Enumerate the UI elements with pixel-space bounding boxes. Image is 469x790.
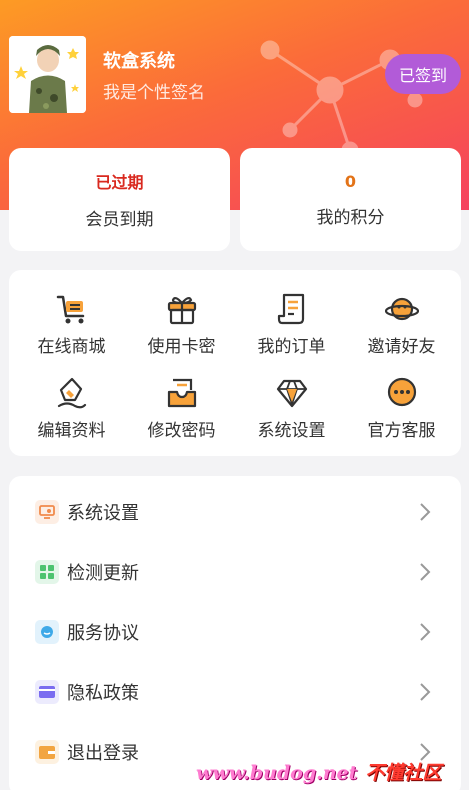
chat-bubble-icon xyxy=(387,377,416,407)
avatar-image xyxy=(9,36,86,113)
points-label: 我的积分 xyxy=(316,207,385,228)
feature-grid: 在线商城 使用卡密 我的订单 邀请好友 编辑资料 修改密码 系统设置 官方客服 xyxy=(9,270,461,456)
grid-label: 编辑资料 xyxy=(37,421,106,441)
monitor-icon xyxy=(35,500,59,524)
order-scroll-icon xyxy=(277,293,304,325)
grid-item-orders[interactable]: 我的订单 xyxy=(235,286,348,366)
watermark: www.budog.net 不懂社区 xyxy=(196,758,441,785)
list-item-service-agreement[interactable]: 服务协议 xyxy=(9,602,461,662)
planet-icon xyxy=(384,297,419,321)
grid-item-invite[interactable]: 邀请好友 xyxy=(345,286,458,366)
list-label: 隐私政策 xyxy=(67,683,139,704)
chevron-right-icon xyxy=(420,623,431,641)
list-label: 服务协议 xyxy=(67,623,139,644)
inbox-tray-icon xyxy=(167,378,196,408)
gift-icon xyxy=(167,296,196,325)
diamond-icon xyxy=(276,379,307,408)
grid-item-change-password[interactable]: 修改密码 xyxy=(125,370,238,450)
wallet-icon xyxy=(35,740,59,764)
watermark-name: 不懂社区 xyxy=(365,762,442,784)
signature: 我是个性签名 xyxy=(103,83,205,103)
membership-card[interactable]: 已过期 会员到期 xyxy=(9,148,230,251)
grid-item-redeem[interactable]: 使用卡密 xyxy=(125,286,238,366)
chevron-right-icon xyxy=(420,683,431,701)
grid-label: 在线商城 xyxy=(37,337,106,357)
chevron-right-icon xyxy=(420,563,431,581)
pen-nib-icon xyxy=(57,377,86,409)
grid-label: 修改密码 xyxy=(147,421,216,441)
settings-list: 系统设置 检测更新 服务协议 隐私政策 退出登录 xyxy=(9,476,461,790)
grid-item-support[interactable]: 官方客服 xyxy=(345,370,458,450)
grid-item-edit-profile[interactable]: 编辑资料 xyxy=(15,370,128,450)
username: 软盒系统 xyxy=(103,51,175,72)
list-item-check-update[interactable]: 检测更新 xyxy=(9,542,461,602)
grid-squares-icon xyxy=(35,560,59,584)
grid-label: 我的订单 xyxy=(257,337,326,357)
list-label: 系统设置 xyxy=(67,503,139,524)
list-label: 退出登录 xyxy=(67,743,139,764)
grid-label: 官方客服 xyxy=(367,421,436,441)
watermark-url: www.budog.net xyxy=(196,762,358,784)
membership-status: 已过期 xyxy=(95,173,144,192)
grid-item-shop[interactable]: 在线商城 xyxy=(15,286,128,366)
list-item-privacy-policy[interactable]: 隐私政策 xyxy=(9,662,461,722)
membership-label: 会员到期 xyxy=(85,210,154,230)
avatar[interactable] xyxy=(9,36,86,113)
checkin-button[interactable]: 已签到 xyxy=(385,54,461,94)
points-value: 0 xyxy=(344,171,357,191)
message-icon xyxy=(35,620,59,644)
list-item-system-settings[interactable]: 系统设置 xyxy=(9,482,461,542)
grid-item-settings[interactable]: 系统设置 xyxy=(235,370,348,450)
grid-label: 系统设置 xyxy=(257,421,326,441)
shopping-cart-icon xyxy=(56,295,84,324)
grid-label: 邀请好友 xyxy=(367,337,436,357)
grid-label: 使用卡密 xyxy=(147,337,216,357)
card-icon xyxy=(35,680,59,704)
points-card[interactable]: 0 我的积分 xyxy=(240,148,461,251)
chevron-right-icon xyxy=(420,503,431,521)
list-label: 检测更新 xyxy=(67,563,139,584)
